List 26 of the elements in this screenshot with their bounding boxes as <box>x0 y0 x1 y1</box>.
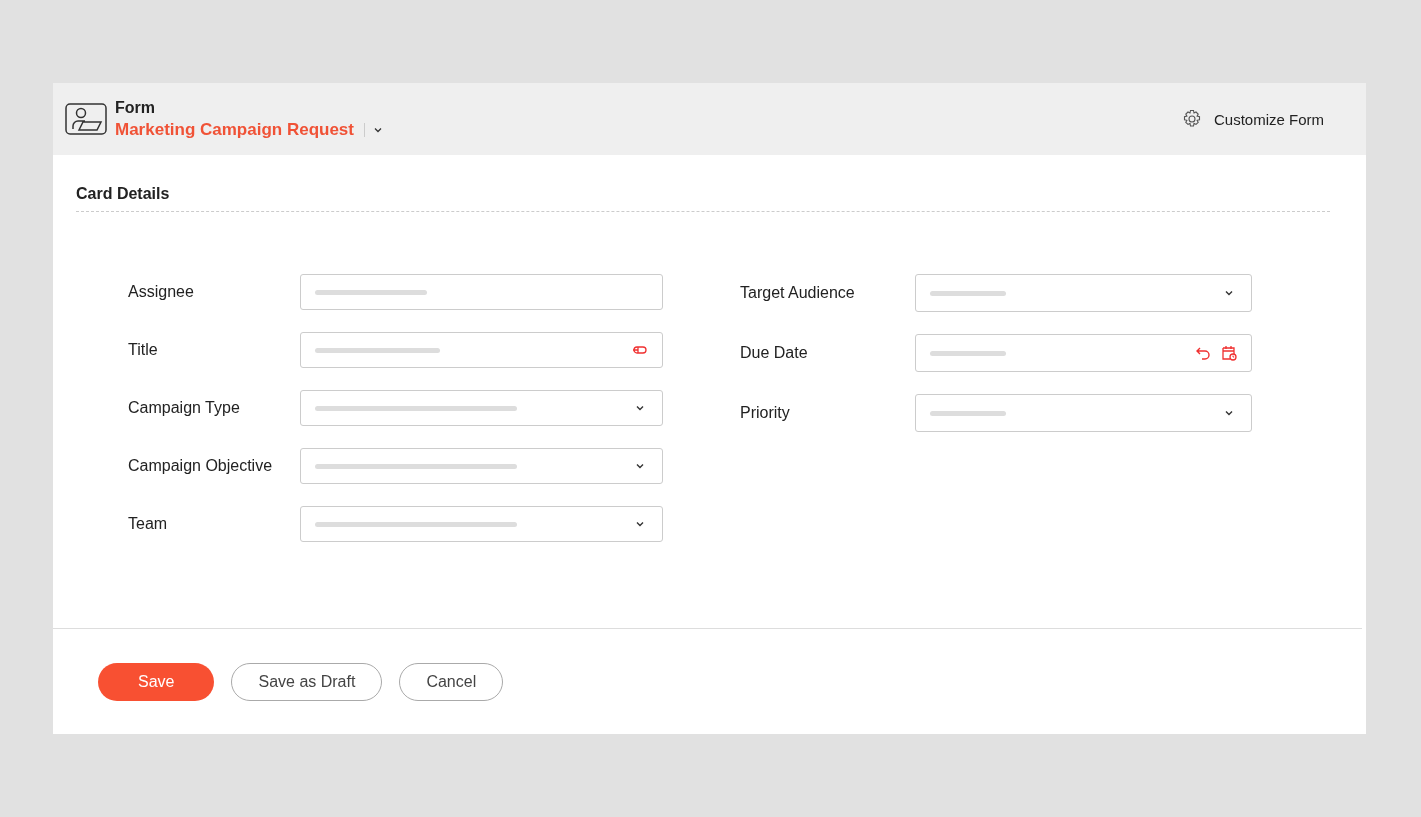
input-field[interactable] <box>300 274 663 310</box>
form-icon <box>65 103 107 135</box>
field-label: Assignee <box>128 283 195 301</box>
dropdown-field[interactable] <box>915 274 1252 312</box>
dropdown-field[interactable] <box>300 448 663 484</box>
secondary-button[interactable]: Save as Draft <box>231 662 383 701</box>
field-label: Due Date <box>740 344 809 362</box>
input-field[interactable] <box>300 332 663 368</box>
field-label: Title <box>128 341 159 359</box>
dropdown-field[interactable] <box>300 390 663 426</box>
field-label: Campaign Type <box>128 399 241 417</box>
calendar-icon[interactable] <box>1221 345 1237 361</box>
customize-form-button[interactable]: Customize Form <box>1181 109 1324 129</box>
form-label: Form <box>115 98 156 117</box>
field-label: Campaign Objective <box>128 457 274 475</box>
secondary-button[interactable]: Cancel <box>399 662 504 701</box>
undo-icon[interactable] <box>1195 345 1211 361</box>
field-label: Priority <box>740 404 791 422</box>
form-name: Marketing Campaign Request <box>115 119 354 140</box>
dropdown-field[interactable] <box>300 506 663 542</box>
field-label: Team <box>128 515 169 533</box>
date-field[interactable] <box>915 334 1252 372</box>
section-title: Card Details <box>76 185 1330 212</box>
dropdown-field[interactable] <box>915 394 1252 432</box>
field-label: Target Audience <box>740 284 856 302</box>
settings-icon <box>1181 109 1202 129</box>
